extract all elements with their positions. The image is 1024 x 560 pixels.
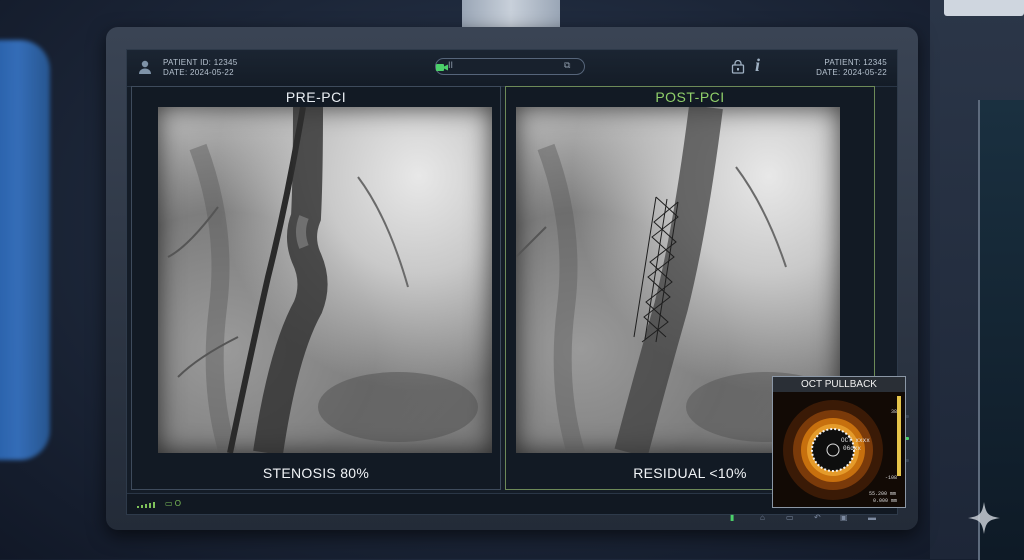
bezel-lock-icon[interactable]: ▣ [840,513,848,522]
cabinet-door [978,100,1024,560]
patient-avatar-icon[interactable] [137,59,153,75]
pre-pci-caption: STENOSIS 80% [262,465,370,481]
snapshot-icon[interactable]: ⧉ [564,60,570,71]
battery-icon: ▭ O [165,499,182,508]
patient-right: PATIENT: 12345 [824,58,887,67]
post-pci-title: POST-PCI [655,89,725,105]
background-cabinet [930,0,1024,560]
monitor-screen: PATIENT ID: 12345 DATE: 2024-05-22 II ⧉ … [126,49,906,515]
oct-center-label: OCT xxxx [841,437,870,444]
top-toolbar: PATIENT ID: 12345 DATE: 2024-05-22 II ⧉ … [127,50,897,87]
oct-center-sub: 06dxx [843,445,862,452]
pause-icon[interactable]: II [448,60,453,70]
patient-info-right: PATIENT: 12345 DATE: 2024-05-22 [816,58,887,78]
date-right: DATE: 2024-05-22 [816,68,887,77]
bezel-home-icon[interactable]: ⌂ [760,513,765,522]
oct-scale-top: 38 [891,409,898,415]
bezel-menu-icon[interactable]: ▬ [868,513,876,522]
info-icon[interactable]: i [755,55,760,76]
date-left: DATE: 2024-05-22 [163,68,234,77]
monitor-bezel: PATIENT ID: 12345 DATE: 2024-05-22 II ⧉ … [106,27,918,530]
oct-pullback-inset[interactable]: OCT PULLBACK OCT xxxx 06dxx 38 -108 55.2… [772,376,906,508]
video-camera-icon[interactable] [436,63,448,72]
patient-id-left: PATIENT ID: 12345 [163,58,238,67]
pre-pci-title: PRE-PCI [285,89,347,105]
playback-control-pill[interactable]: II ⧉ [435,58,585,75]
bezel-button-row: ▮ ⌂ ▭ ↶ ▣ ▬ [730,513,890,525]
monitor-mount-arm [462,0,560,30]
pre-pci-panel[interactable]: PRE-PCI STENOSIS 80% [131,86,501,490]
pre-pci-vessel-drawing [167,106,478,456]
oct-scale-bottom-2: 0.000 mm [873,498,898,504]
sparkle-icon [968,502,1000,534]
lock-icon[interactable] [731,60,745,74]
bezel-display-icon[interactable]: ▭ [786,513,794,522]
bezel-power-icon[interactable]: ▮ [730,513,734,522]
pre-pci-angiogram-image[interactable] [158,106,492,456]
background-scrub-blur [0,40,50,460]
patient-info-left: PATIENT ID: 12345 DATE: 2024-05-22 [163,58,237,78]
oct-title: OCT PULLBACK [773,377,905,392]
cabinet-top-light [944,0,1024,16]
bezel-back-icon[interactable]: ↶ [814,513,821,522]
oct-cross-section-image [773,392,905,507]
oct-scale-mid: -108 [885,475,898,481]
signal-strength-icon [137,502,155,508]
oct-scale-bottom-1: 55.200 mm [869,491,897,497]
